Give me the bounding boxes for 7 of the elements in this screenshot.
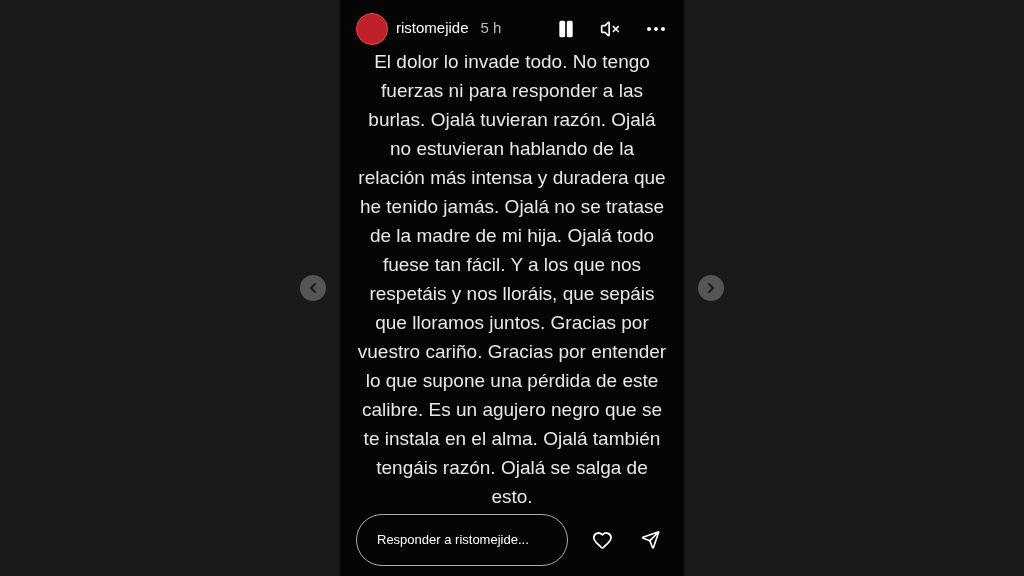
story-text: El dolor lo invade todo. No tengo fuerzas ni para responder a las burlas. Ojalá tuvieran razón. Ojalá no estuvieran hablando de la relación más intensa y duradera que he tenido jamás. Ojalá no se tratase de la madre de mi hija. Ojalá todo fuese tan fácil. Y a los que nos respetáis y nos lloráis, que sepáis que lloramos juntos. Gracias por vuestro cariño. Gracias por entender lo que supone una pérdida de este calibre. Es un agujero negro que se te instala en el alma. Ojalá también tengáis razón. Ojalá se salga de esto. xyxy=(356,50,668,510)
pause-icon[interactable] xyxy=(556,18,576,39)
muted-speaker-icon[interactable] xyxy=(600,18,620,39)
username[interactable]: ristomejide xyxy=(396,17,469,40)
reply-field[interactable]: Responder a ristomejide... xyxy=(356,513,568,566)
post-time: 5 h xyxy=(480,18,502,39)
avatar[interactable] xyxy=(356,12,388,45)
